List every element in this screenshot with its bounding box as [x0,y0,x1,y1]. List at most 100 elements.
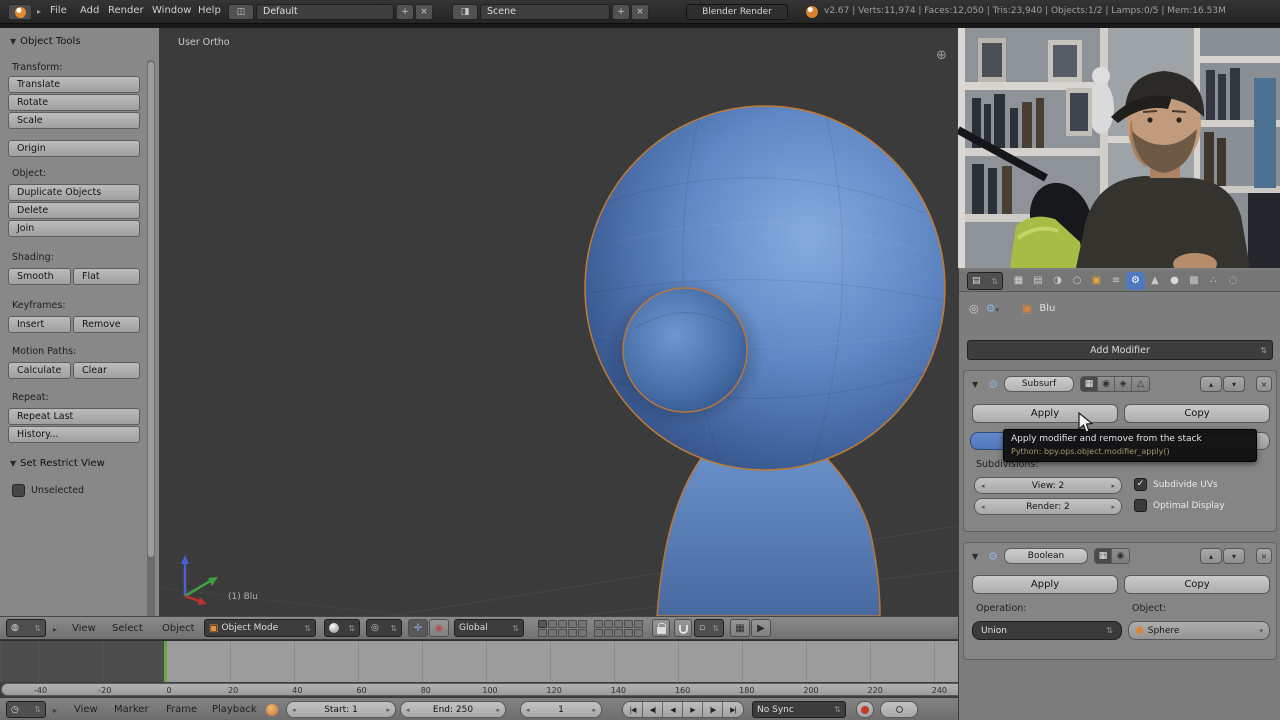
collapse-arrow-icon[interactable]: ▸ [37,7,41,16]
blender-logo-button[interactable] [8,4,32,20]
delete-modifier-button[interactable]: × [1256,376,1272,392]
menu-window[interactable]: Window [152,5,191,16]
tab-scene-icon[interactable]: ◑ [1048,272,1067,290]
join-button[interactable]: Join [8,220,140,237]
layer-toggle[interactable] [568,629,577,637]
boolean-operation-select[interactable]: Union⇅ [972,621,1122,640]
add-modifier-select[interactable]: Add Modifier⇅ [967,340,1273,360]
viewport-shading-select[interactable]: ⇅ [324,619,360,637]
pin-icon[interactable]: ◎ [969,302,979,315]
layer-toggle[interactable] [538,620,547,628]
edit-cage-toggle[interactable]: △ [1132,377,1149,391]
editor-type-button[interactable]: ◍⇅ [6,619,46,637]
editor-type-button[interactable]: ▤⇅ [967,272,1003,290]
modifier-name-field[interactable]: Boolean [1004,548,1088,564]
sync-mode-select[interactable]: No Sync⇅ [752,701,846,718]
breadcrumb-editor-icon[interactable]: ⚙▾ [986,302,999,315]
manipulator-toggle-button[interactable]: ✛ [408,619,428,637]
tab-texture-icon[interactable]: ▩ [1185,272,1204,290]
editor-type-button[interactable]: ◷⇅ [6,701,46,718]
play-reverse-button[interactable]: ◀ [663,702,683,717]
origin-button[interactable]: Origin [8,140,140,157]
apply-modifier-button[interactable]: Apply [972,404,1118,423]
end-frame-field[interactable]: ◂End: 250▸ [400,701,506,718]
timeline-ruler[interactable]: -40-200204060801001201401601802002202402… [1,683,1059,696]
modifier-name-field[interactable]: Subsurf [1004,376,1074,392]
repeat-last-button[interactable]: Repeat Last [8,408,140,425]
layer-toggle[interactable] [578,620,587,628]
layer-toggle[interactable] [558,620,567,628]
collapse-arrow-icon[interactable]: ▸ [53,625,57,634]
duplicate-objects-button[interactable]: Duplicate Objects [8,184,140,201]
delete-scene-button[interactable]: × [631,4,649,20]
tab-constraints-icon[interactable]: ≡ [1107,272,1126,290]
menu-playback[interactable]: Playback [212,704,257,715]
menu-view[interactable]: View [72,623,96,634]
layer-toggle[interactable] [548,629,557,637]
calculate-button[interactable]: Calculate [8,362,71,379]
layer-toggle[interactable] [558,629,567,637]
editmode-display-toggle[interactable]: ◈ [1115,377,1132,391]
menu-select[interactable]: Select [112,623,143,634]
menu-file[interactable]: File [50,5,67,16]
history-button[interactable]: History... [8,426,140,443]
tab-modifiers-icon[interactable]: ⚙ [1126,272,1145,290]
render-opengl-anim-button[interactable]: ▶ [751,619,771,637]
remove-keyframe-button[interactable]: Remove [73,316,140,333]
tab-object-data-icon[interactable]: ▲ [1146,272,1165,290]
current-frame-field[interactable]: ◂1▸ [520,701,602,718]
tab-object-icon[interactable]: ▣ [1087,272,1106,290]
boolean-object-select[interactable]: ● Sphere ▾ [1128,621,1270,640]
layer-toggle[interactable] [604,620,613,628]
restrict-view-panel-header[interactable]: ▼Set Restrict View [10,458,105,469]
layer-toggle[interactable] [594,620,603,628]
tab-render-layers-icon[interactable]: ▤ [1029,272,1048,290]
move-modifier-up-button[interactable]: ▴ [1200,376,1222,392]
screen-layout-field[interactable]: Default [256,4,394,20]
screen-layout-browse-icon[interactable]: ◫ [228,4,254,20]
add-scene-button[interactable]: + [612,4,630,20]
delete-layout-button[interactable]: × [415,4,433,20]
snap-target-select[interactable]: ▫⇅ [694,619,724,637]
record-button[interactable] [856,701,874,718]
current-frame-playhead[interactable] [164,641,167,683]
menu-view[interactable]: View [74,704,98,715]
move-modifier-down-button[interactable]: ▾ [1223,548,1245,564]
expand-triangle-icon[interactable]: ▼ [972,380,978,389]
viewport-visibility-toggle[interactable]: ◉ [1098,377,1115,391]
autokey-icon[interactable] [266,704,278,716]
tab-physics-icon[interactable]: ◌ [1224,272,1243,290]
layer-toggle[interactable] [568,620,577,628]
move-modifier-down-button[interactable]: ▾ [1223,376,1245,392]
render-opengl-button[interactable]: ▦ [730,619,750,637]
scale-button[interactable]: Scale [8,112,140,129]
add-layout-button[interactable]: + [396,4,414,20]
clear-button[interactable]: Clear [73,362,140,379]
menu-help[interactable]: Help [198,5,221,16]
apply-modifier-button[interactable]: Apply [972,575,1118,594]
render-visibility-toggle[interactable]: ▦ [1081,377,1098,391]
snap-toggle-button[interactable] [674,619,692,637]
scene-browse-icon[interactable]: ◨ [452,4,478,20]
render-visibility-toggle[interactable]: ▦ [1095,549,1112,563]
layer-toggle[interactable] [614,629,623,637]
play-button[interactable]: ▶ [683,702,703,717]
layer-toggle[interactable] [624,629,633,637]
manipulator-mode-button[interactable]: ◉ [429,619,449,637]
menu-marker[interactable]: Marker [114,704,149,715]
menu-render[interactable]: Render [108,5,144,16]
mode-select[interactable]: ▣ Object Mode ⇅ [204,619,316,637]
flat-button[interactable]: Flat [73,268,140,285]
viewport-3d[interactable]: User Ortho ⊕ (1) Blu [160,28,958,616]
jump-to-start-button[interactable]: |◀ [623,702,643,717]
view-subdivisions-field[interactable]: ◂View: 2▸ [974,477,1122,494]
layer-toggle[interactable] [624,620,633,628]
viewport-visibility-toggle[interactable]: ◉ [1112,549,1129,563]
layer-toggle[interactable] [594,629,603,637]
subdivide-uvs-row[interactable]: ✓ Subdivide UVs [1134,478,1218,491]
lock-button[interactable] [652,619,670,637]
collapse-arrow-icon[interactable]: ▸ [53,706,57,715]
jump-to-end-button[interactable]: ▶| [723,702,743,717]
layer-toggle[interactable] [604,629,613,637]
insert-keyframe-button[interactable]: Insert [8,316,71,333]
